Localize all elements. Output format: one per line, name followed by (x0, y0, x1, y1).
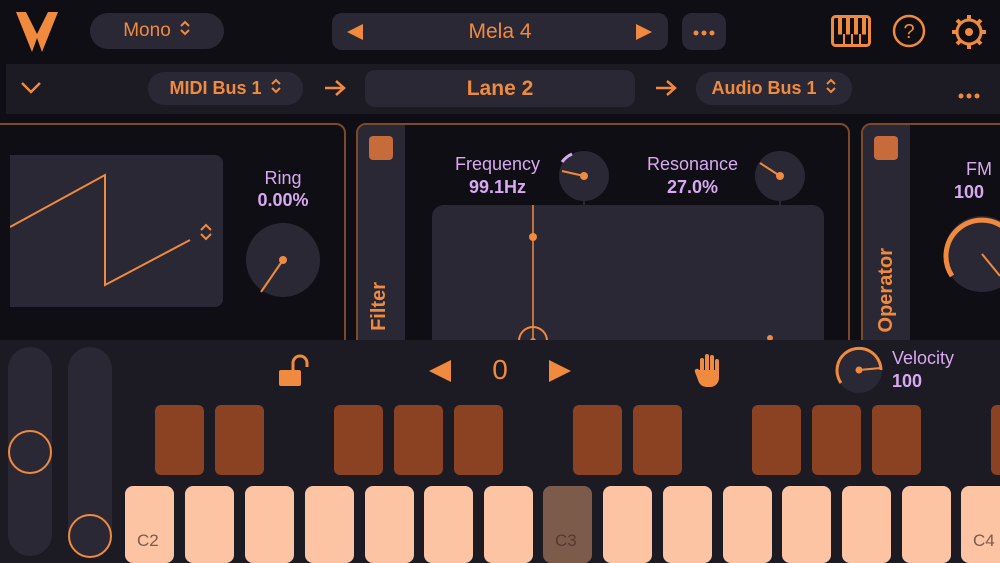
up-down-icon (179, 20, 191, 42)
midi-bus-label: MIDI Bus 1 (169, 78, 262, 98)
mode-label: Mono (123, 20, 171, 41)
filter-section-label: Filter (368, 282, 390, 331)
pitch-wheel-handle[interactable] (8, 430, 52, 474)
unlock-icon[interactable] (276, 354, 310, 393)
audio-bus-selector[interactable]: Audio Bus 1 (696, 72, 852, 105)
settings-icon[interactable] (950, 13, 988, 56)
key-label-c4: C4 (973, 531, 995, 550)
velocity-label: Velocity (892, 348, 955, 368)
black-key[interactable] (215, 405, 264, 475)
midi-bus-selector[interactable]: MIDI Bus 1 (148, 72, 303, 105)
lane-field[interactable]: Lane 2 (365, 70, 635, 107)
resonance-value: 27.0% (666, 177, 719, 197)
up-down-icon (270, 78, 282, 99)
waveform-selector-icon[interactable] (199, 222, 213, 247)
frequency-label: Frequency (454, 154, 541, 174)
white-key[interactable] (782, 486, 831, 563)
white-key[interactable] (484, 486, 533, 563)
white-key[interactable] (245, 486, 294, 563)
ring-value: 0.00% (257, 190, 309, 210)
white-key-c3[interactable]: C3 (543, 486, 592, 563)
next-preset-icon[interactable] (634, 22, 654, 47)
help-icon[interactable]: ? (892, 14, 926, 53)
black-key[interactable] (573, 405, 622, 475)
ellipsis-icon (693, 23, 715, 41)
piano-icon[interactable] (831, 15, 871, 52)
key-label-c3: C3 (555, 531, 577, 550)
white-key[interactable] (603, 486, 652, 563)
arrow-right-icon (655, 79, 677, 102)
hand-icon[interactable] (694, 352, 724, 393)
ring-label: Ring (264, 168, 302, 188)
frequency-value: 99.1Hz (468, 177, 527, 197)
previous-preset-icon[interactable] (345, 22, 365, 47)
preset-more-button[interactable] (682, 13, 726, 50)
black-key[interactable] (991, 405, 1000, 475)
black-key[interactable] (394, 405, 443, 475)
resonance-knob[interactable] (752, 148, 808, 213)
preset-selector: Mela 4 (332, 13, 668, 50)
white-key-c2[interactable]: C2 (125, 486, 174, 563)
operator-enable-toggle[interactable] (874, 136, 898, 160)
preset-name[interactable]: Mela 4 (468, 20, 531, 44)
up-down-icon (825, 78, 837, 99)
logo-icon[interactable] (14, 8, 60, 56)
black-key[interactable] (454, 405, 503, 475)
key-label-c2: C2 (137, 531, 159, 550)
fm-label: FM (966, 159, 992, 179)
white-key-c4[interactable]: C4 (961, 486, 1000, 563)
filter-enable-toggle[interactable] (369, 136, 393, 160)
black-key[interactable] (872, 405, 921, 475)
white-key[interactable] (842, 486, 891, 563)
octave-up-icon[interactable] (547, 358, 573, 389)
black-key[interactable] (155, 405, 204, 475)
frequency-knob[interactable] (556, 148, 612, 213)
resonance-label: Resonance (646, 154, 739, 174)
audio-bus-label: Audio Bus 1 (711, 78, 817, 98)
white-key[interactable] (185, 486, 234, 563)
fm-value: 100 (954, 182, 985, 202)
fm-knob[interactable] (942, 214, 1000, 294)
arrow-right-icon (324, 79, 346, 102)
ring-knob[interactable] (245, 222, 321, 303)
routing-more-icon[interactable] (958, 86, 980, 104)
collapse-chevron-icon[interactable] (20, 80, 42, 101)
white-key[interactable] (723, 486, 772, 563)
svg-text:?: ? (903, 21, 914, 43)
white-key[interactable] (902, 486, 951, 563)
white-key[interactable] (424, 486, 473, 563)
operator-section-label: Operator (875, 248, 897, 333)
lane-label: Lane 2 (466, 76, 534, 100)
octave-down-icon[interactable] (427, 358, 453, 389)
black-key[interactable] (334, 405, 383, 475)
black-key[interactable] (752, 405, 801, 475)
black-key[interactable] (633, 405, 682, 475)
black-key[interactable] (812, 405, 861, 475)
white-key[interactable] (663, 486, 712, 563)
mode-selector[interactable]: Mono (90, 13, 224, 49)
waveform-display[interactable] (9, 155, 223, 307)
white-key[interactable] (305, 486, 354, 563)
mod-wheel-handle[interactable] (68, 514, 112, 558)
velocity-value: 100 (892, 371, 923, 391)
white-key[interactable] (365, 486, 414, 563)
velocity-knob[interactable] (834, 345, 884, 400)
octave-value: 0 (492, 354, 508, 385)
